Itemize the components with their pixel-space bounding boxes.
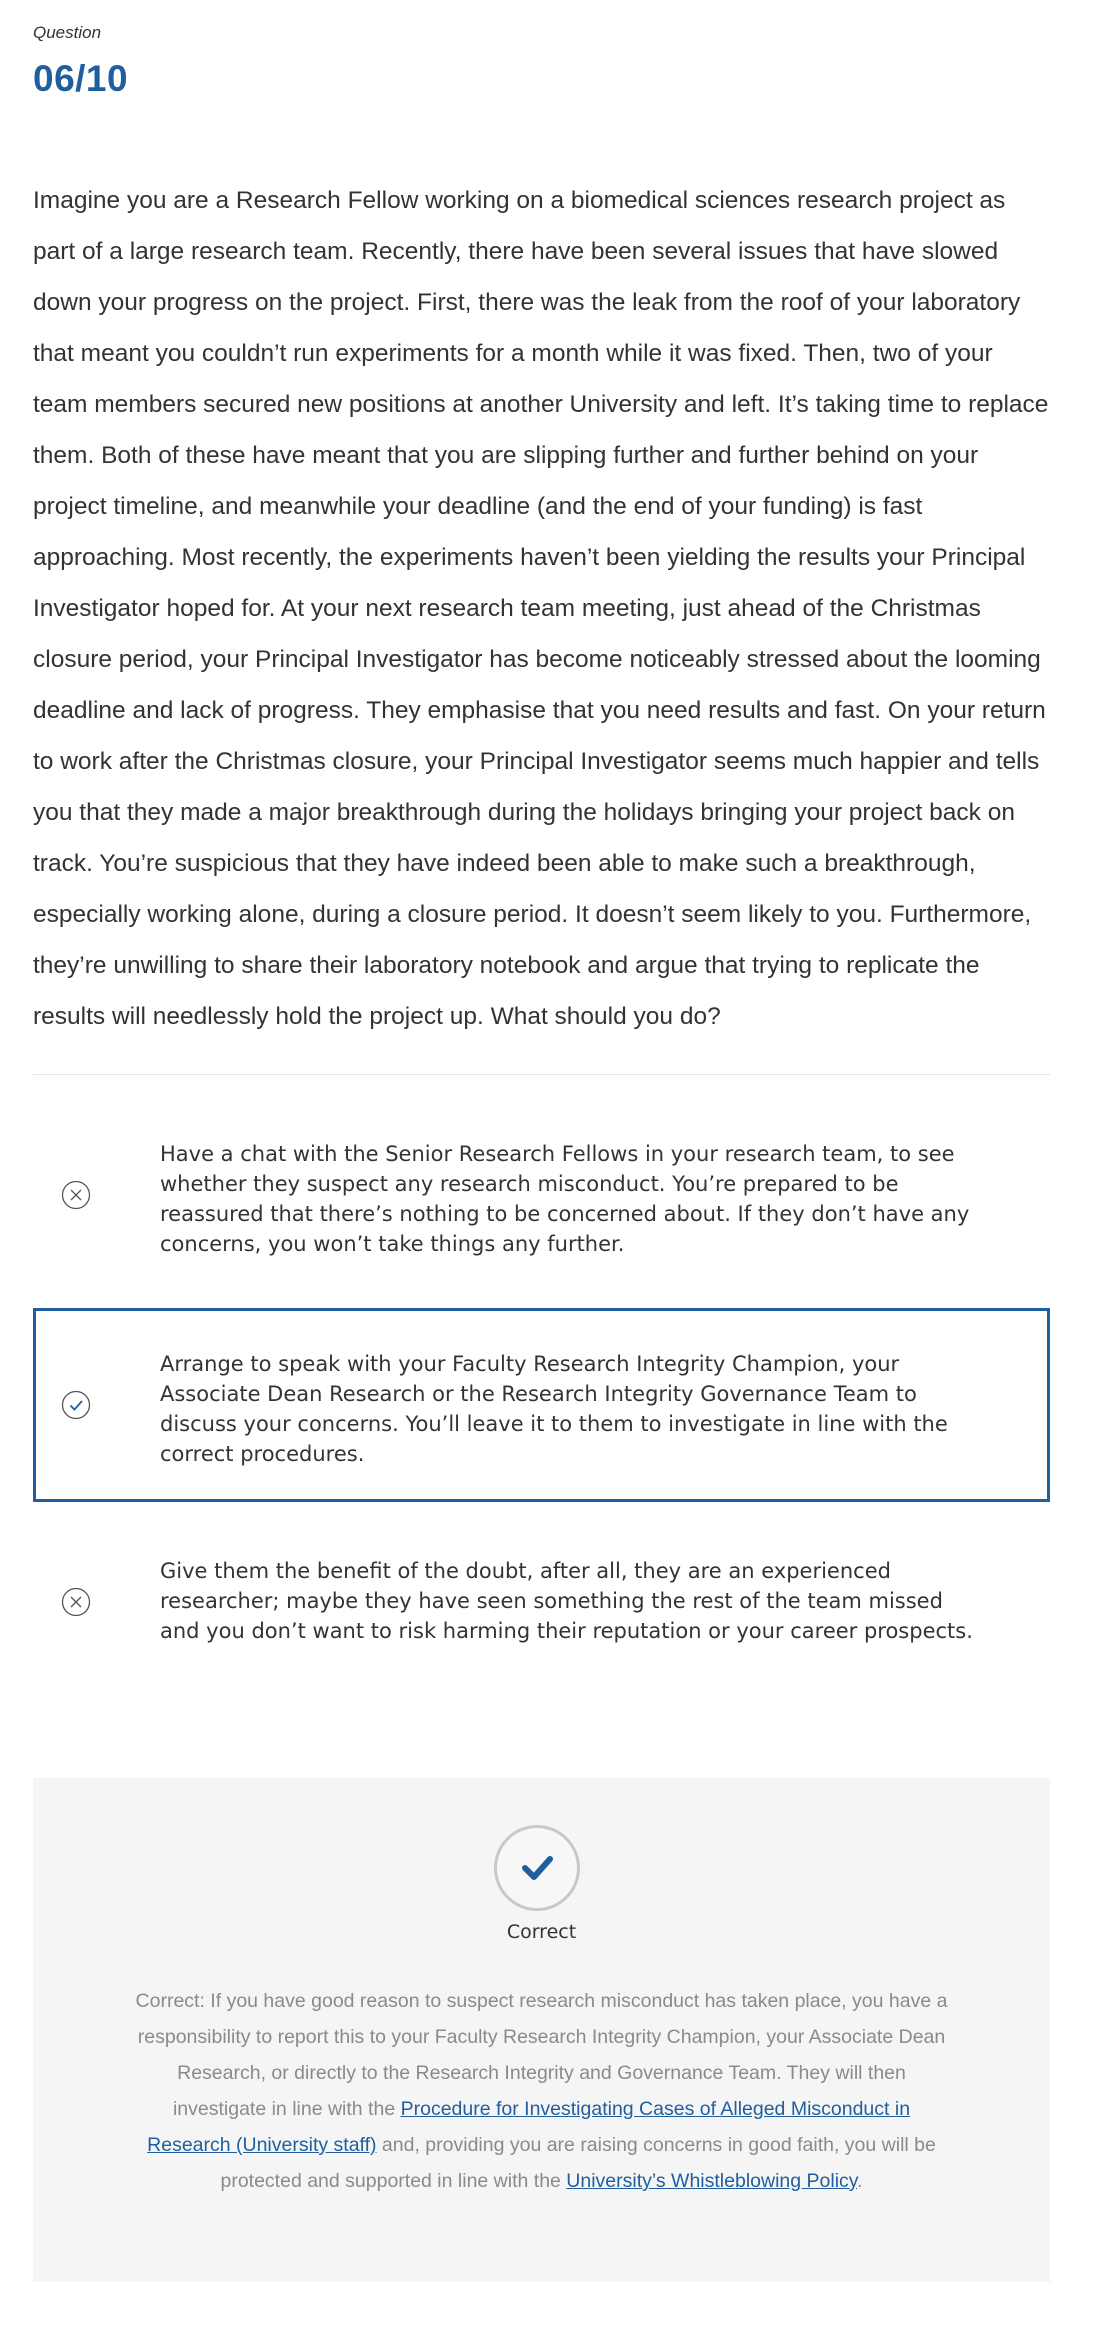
whistleblowing-policy-link[interactable]: University’s Whistleblowing Policy xyxy=(566,2170,857,2192)
question-stem: Imagine you are a Research Fellow workin… xyxy=(33,187,1049,1030)
divider xyxy=(33,1074,1050,1075)
x-circle-icon xyxy=(61,1587,91,1617)
check-circle-icon xyxy=(61,1390,91,1420)
answer-option-1[interactable]: Have a chat with the Senior Research Fel… xyxy=(33,1120,1050,1270)
answer-option-text: Arrange to speak with your Faculty Resea… xyxy=(160,1352,948,1466)
question-number: 06/10 xyxy=(33,58,129,99)
x-circle-icon xyxy=(61,1180,91,1210)
feedback-text: Correct: If you have good reason to susp… xyxy=(133,1983,950,2199)
checkmark-icon xyxy=(522,1856,553,1880)
question-label: Question xyxy=(33,23,102,42)
feedback-text-part: . xyxy=(857,2170,863,2192)
result-badge xyxy=(494,1825,580,1911)
answer-option-text: Give them the benefit of the doubt, afte… xyxy=(160,1559,973,1643)
result-label: Correct xyxy=(506,1921,577,1943)
answer-option-3[interactable]: Give them the benefit of the doubt, afte… xyxy=(33,1540,1050,1660)
answer-option-2[interactable]: Arrange to speak with your Faculty Resea… xyxy=(33,1308,1050,1502)
answer-option-text: Have a chat with the Senior Research Fel… xyxy=(160,1142,970,1256)
feedback-panel: Correct Correct: If you have good reason… xyxy=(33,1778,1050,2282)
